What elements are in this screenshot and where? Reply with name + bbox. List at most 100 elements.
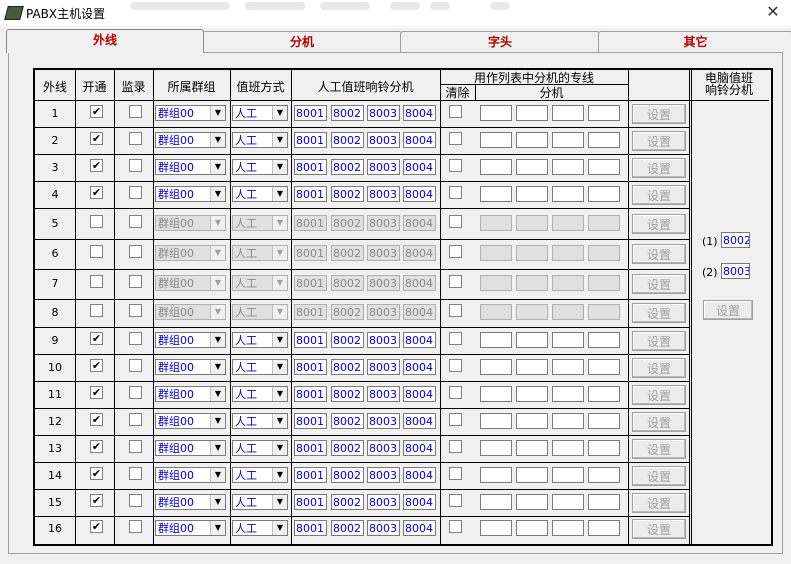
- chevron-down-icon[interactable]: ▼: [272, 216, 287, 230]
- chevron-down-icon[interactable]: ▼: [210, 133, 225, 147]
- clear-checkbox[interactable]: [449, 105, 462, 118]
- chevron-down-icon[interactable]: ▼: [210, 106, 225, 120]
- ring-extension-field[interactable]: 8004: [403, 275, 436, 291]
- group-select[interactable]: 群组00 ▼: [155, 304, 226, 320]
- extension-field[interactable]: [516, 304, 548, 320]
- clear-checkbox[interactable]: [449, 359, 462, 372]
- chevron-down-icon[interactable]: ▼: [272, 468, 287, 482]
- group-select[interactable]: 群组00 ▼: [155, 520, 226, 536]
- chevron-down-icon[interactable]: ▼: [210, 360, 225, 374]
- clear-checkbox[interactable]: [449, 386, 462, 399]
- ring-extension-field[interactable]: 8003: [367, 494, 400, 510]
- open-checkbox[interactable]: ✔: [90, 440, 103, 453]
- ring-extension-field[interactable]: 8004: [403, 245, 436, 261]
- chevron-down-icon[interactable]: ▼: [272, 106, 287, 120]
- open-checkbox[interactable]: ✔: [90, 359, 103, 372]
- open-checkbox[interactable]: ✔: [90, 186, 103, 199]
- ring-extension-field[interactable]: 8002: [331, 132, 364, 148]
- set-button[interactable]: 设置: [632, 412, 686, 432]
- extension-field[interactable]: [588, 386, 620, 402]
- ring-extension-field[interactable]: 8002: [331, 467, 364, 483]
- set-button[interactable]: 设置: [632, 158, 686, 178]
- duty-select[interactable]: 人工 ▼: [232, 132, 288, 148]
- ring-extension-field[interactable]: 8003: [367, 275, 400, 291]
- ring-extension-field[interactable]: 8001: [294, 520, 327, 536]
- monitor-checkbox[interactable]: [129, 467, 142, 480]
- monitor-checkbox[interactable]: [129, 520, 142, 533]
- extension-field[interactable]: [516, 413, 548, 429]
- extension-field[interactable]: [588, 359, 620, 375]
- extension-field[interactable]: [552, 440, 584, 456]
- set-button[interactable]: 设置: [632, 466, 686, 486]
- extension-field[interactable]: [480, 105, 512, 121]
- open-checkbox[interactable]: [90, 245, 103, 258]
- extension-field[interactable]: [480, 359, 512, 375]
- extension-field[interactable]: [516, 520, 548, 536]
- extension-field[interactable]: [480, 494, 512, 510]
- extension-field[interactable]: [516, 186, 548, 202]
- open-checkbox[interactable]: ✔: [90, 467, 103, 480]
- extension-field[interactable]: [516, 159, 548, 175]
- extension-field[interactable]: [516, 494, 548, 510]
- extension-field[interactable]: [480, 186, 512, 202]
- extension-field[interactable]: [480, 386, 512, 402]
- clear-checkbox[interactable]: [449, 275, 462, 288]
- ring-extension-field[interactable]: 8002: [331, 245, 364, 261]
- ring-extension-field[interactable]: 8001: [294, 467, 327, 483]
- chevron-down-icon[interactable]: ▼: [272, 160, 287, 174]
- set-button[interactable]: 设置: [632, 358, 686, 378]
- chevron-down-icon[interactable]: ▼: [210, 305, 225, 319]
- clear-checkbox[interactable]: [449, 332, 462, 345]
- extension-field[interactable]: [552, 413, 584, 429]
- duty-select[interactable]: 人工 ▼: [232, 332, 288, 348]
- close-icon[interactable]: ✕: [763, 2, 783, 22]
- extension-field[interactable]: [552, 304, 584, 320]
- chevron-down-icon[interactable]: ▼: [272, 360, 287, 374]
- tab-outside-line[interactable]: 外线: [6, 29, 204, 53]
- ring-extension-field[interactable]: 8004: [403, 520, 436, 536]
- open-checkbox[interactable]: [90, 215, 103, 228]
- set-button[interactable]: 设置: [632, 104, 686, 124]
- extension-field[interactable]: [588, 440, 620, 456]
- ring-extension-field[interactable]: 8004: [403, 159, 436, 175]
- extension-field[interactable]: [480, 159, 512, 175]
- ring-extension-field[interactable]: 8002: [331, 215, 364, 231]
- chevron-down-icon[interactable]: ▼: [272, 133, 287, 147]
- chevron-down-icon[interactable]: ▼: [272, 521, 287, 535]
- ring-extension-field[interactable]: 8001: [294, 275, 327, 291]
- duty-select[interactable]: 人工 ▼: [232, 413, 288, 429]
- extension-field[interactable]: [480, 132, 512, 148]
- set-button[interactable]: 设置: [632, 244, 686, 264]
- ring-extension-field[interactable]: 8001: [294, 132, 327, 148]
- monitor-checkbox[interactable]: [129, 440, 142, 453]
- duty-select[interactable]: 人工 ▼: [232, 494, 288, 510]
- ring-extension-field[interactable]: 8002: [331, 332, 364, 348]
- open-checkbox[interactable]: [90, 275, 103, 288]
- group-select[interactable]: 群组00 ▼: [155, 159, 226, 175]
- chevron-down-icon[interactable]: ▼: [210, 187, 225, 201]
- ring-extension-field[interactable]: 8003: [367, 215, 400, 231]
- duty-select[interactable]: 人工 ▼: [232, 159, 288, 175]
- monitor-checkbox[interactable]: [129, 359, 142, 372]
- ring-extension-field[interactable]: 8002: [331, 386, 364, 402]
- ring-extension-field[interactable]: 8003: [367, 245, 400, 261]
- ring-extension-field[interactable]: 8002: [331, 413, 364, 429]
- duty-select[interactable]: 人工 ▼: [232, 440, 288, 456]
- ring-extension-field[interactable]: 8001: [294, 105, 327, 121]
- ring-extension-field[interactable]: 8001: [294, 386, 327, 402]
- chevron-down-icon[interactable]: ▼: [210, 495, 225, 509]
- tab-other[interactable]: 其它: [598, 31, 791, 52]
- chevron-down-icon[interactable]: ▼: [272, 276, 287, 290]
- monitor-checkbox[interactable]: [129, 332, 142, 345]
- extension-field[interactable]: [480, 440, 512, 456]
- extension-field[interactable]: [588, 245, 620, 261]
- ring-extension-field[interactable]: 8001: [294, 245, 327, 261]
- open-checkbox[interactable]: [90, 304, 103, 317]
- ring-extension-field[interactable]: 8003: [367, 186, 400, 202]
- extension-field[interactable]: [552, 159, 584, 175]
- open-checkbox[interactable]: ✔: [90, 105, 103, 118]
- ring-extension-field[interactable]: 8002: [331, 304, 364, 320]
- ring-extension-field[interactable]: 8004: [403, 386, 436, 402]
- extension-field[interactable]: [516, 215, 548, 231]
- extension-field[interactable]: [588, 467, 620, 483]
